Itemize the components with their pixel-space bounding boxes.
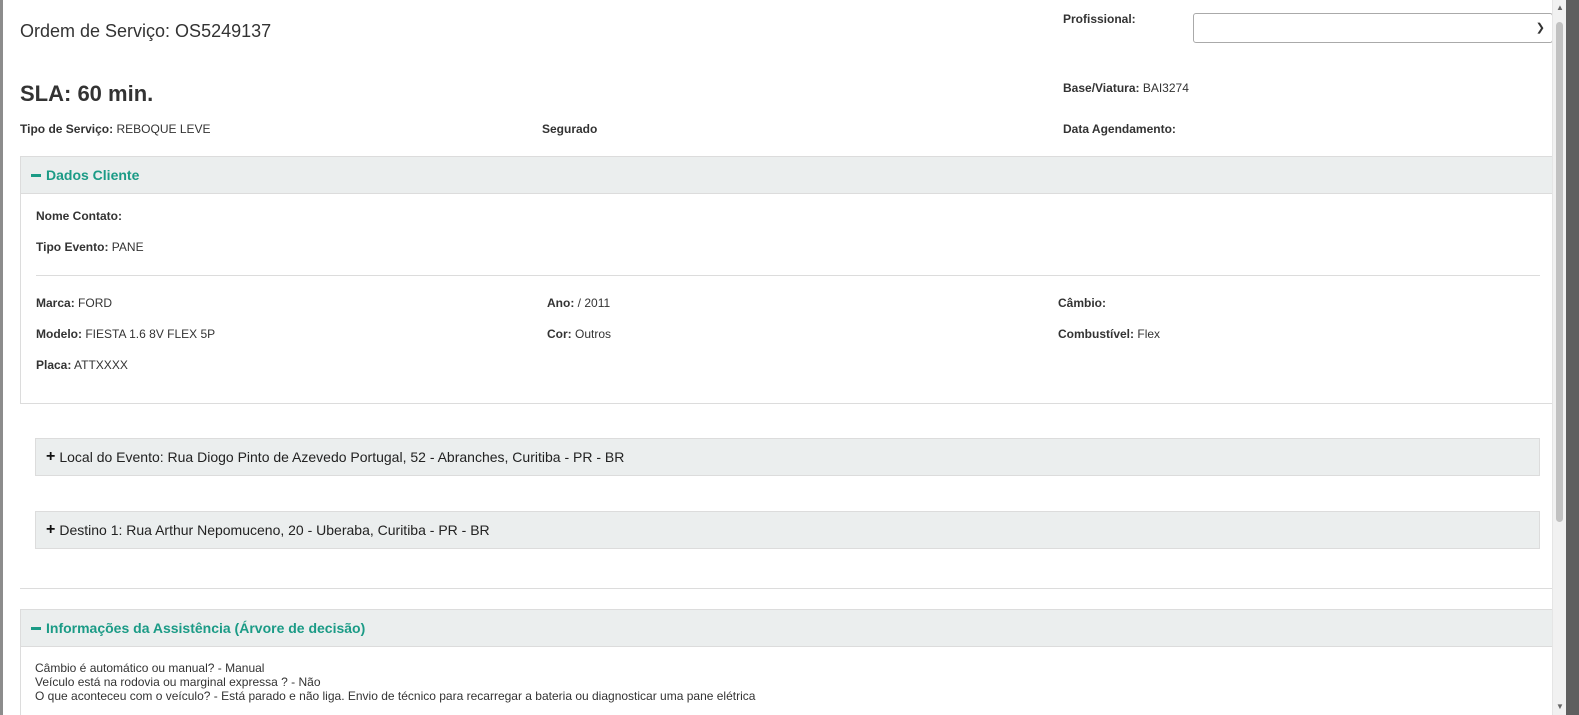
segurado-label: Segurado xyxy=(542,122,598,136)
placa-label: Placa: xyxy=(36,358,72,372)
combustivel-label: Combustível: xyxy=(1058,327,1135,341)
dados-cliente-title: Dados Cliente xyxy=(46,167,140,183)
placa-value: ATTXXXX xyxy=(74,358,128,372)
scroll-up-icon[interactable]: ▲ xyxy=(1556,4,1564,12)
combustivel-value: Flex xyxy=(1137,327,1161,341)
dados-cliente-panel: Dados Cliente Nome Contato: Tipo Evento:… xyxy=(20,156,1555,404)
segurado: Segurado xyxy=(542,122,597,136)
base-viatura: Base/Viatura: BAI3274 xyxy=(1063,81,1189,95)
assistencia-header[interactable]: Informações da Assistência (Árvore de de… xyxy=(21,610,1554,647)
sla-text: SLA: 60 min. xyxy=(20,81,154,106)
ano: Ano: / 2011 xyxy=(547,296,610,310)
plus-icon: + xyxy=(46,521,56,538)
tipo-evento-label: Tipo Evento: xyxy=(36,240,109,254)
profissional-label: Profissional: xyxy=(1063,12,1136,26)
destino-text: Destino 1: Rua Arthur Nepomuceno, 20 - U… xyxy=(59,522,490,538)
modelo-value: FIESTA 1.6 8V FLEX 5P xyxy=(85,327,216,341)
scrollbar-thumb[interactable] xyxy=(1556,22,1563,522)
tipo-evento: Tipo Evento: PANE xyxy=(36,240,144,254)
divider xyxy=(36,275,1540,276)
ano-label: Ano: xyxy=(547,296,575,310)
assistencia-line-1: Câmbio é automático ou manual? - Manual xyxy=(35,661,265,675)
minus-icon xyxy=(31,626,41,630)
local-evento-toggle[interactable]: + Local do Evento: Rua Diogo Pinto de Az… xyxy=(35,438,1540,476)
tipo-servico-label: Tipo de Serviço: xyxy=(20,122,114,136)
marca-label: Marca: xyxy=(36,296,75,310)
profissional-select[interactable]: ❯ xyxy=(1193,13,1553,43)
cor-value: Outros xyxy=(575,327,612,341)
marca: Marca: FORD xyxy=(36,296,112,310)
cor-label: Cor: xyxy=(547,327,572,341)
modelo: Modelo: FIESTA 1.6 8V FLEX 5P xyxy=(36,327,215,341)
placa: Placa: ATTXXXX xyxy=(36,358,128,372)
nome-contato: Nome Contato: xyxy=(36,209,122,223)
section-divider xyxy=(20,588,1555,589)
cambio-label: Câmbio: xyxy=(1058,296,1106,310)
data-agendamento-label: Data Agendamento: xyxy=(1063,122,1176,136)
ano-value: / 2011 xyxy=(577,296,611,310)
minus-icon xyxy=(31,173,41,177)
page-title: Ordem de Serviço: OS5249137 xyxy=(20,21,272,41)
assistencia-line-2: Veículo está na rodovia ou marginal expr… xyxy=(35,675,321,689)
data-agendamento: Data Agendamento: xyxy=(1063,122,1176,136)
base-viatura-value: BAI3274 xyxy=(1142,81,1189,95)
modelo-label: Modelo: xyxy=(36,327,82,341)
destino-toggle[interactable]: + Destino 1: Rua Arthur Nepomuceno, 20 -… xyxy=(35,511,1540,549)
local-evento-text: Local do Evento: Rua Diogo Pinto de Azev… xyxy=(59,449,625,465)
tipo-servico: Tipo de Serviço: REBOQUE LEVE xyxy=(20,122,211,136)
scroll-down-icon[interactable]: ▼ xyxy=(1556,703,1564,711)
tipo-evento-value: PANE xyxy=(111,240,144,254)
assistencia-line-3: O que aconteceu com o veículo? - Está pa… xyxy=(35,689,756,703)
plus-icon: + xyxy=(46,448,56,465)
marca-value: FORD xyxy=(78,296,113,310)
base-viatura-label: Base/Viatura: xyxy=(1063,81,1140,95)
nome-contato-label: Nome Contato: xyxy=(36,209,122,223)
vertical-scrollbar[interactable]: ▲ ▼ xyxy=(1552,0,1566,715)
service-order-modal: Ordem de Serviço: OS5249137 SLA: 60 min.… xyxy=(3,0,1566,715)
assistencia-title: Informações da Assistência (Árvore de de… xyxy=(46,620,366,636)
cambio: Câmbio: xyxy=(1058,296,1106,310)
tipo-servico-value: REBOQUE LEVE xyxy=(116,122,211,136)
dados-cliente-header[interactable]: Dados Cliente xyxy=(21,157,1554,194)
combustivel: Combustível: Flex xyxy=(1058,327,1160,341)
chevron-down-icon: ❯ xyxy=(1535,22,1545,34)
cor: Cor: Outros xyxy=(547,327,611,341)
